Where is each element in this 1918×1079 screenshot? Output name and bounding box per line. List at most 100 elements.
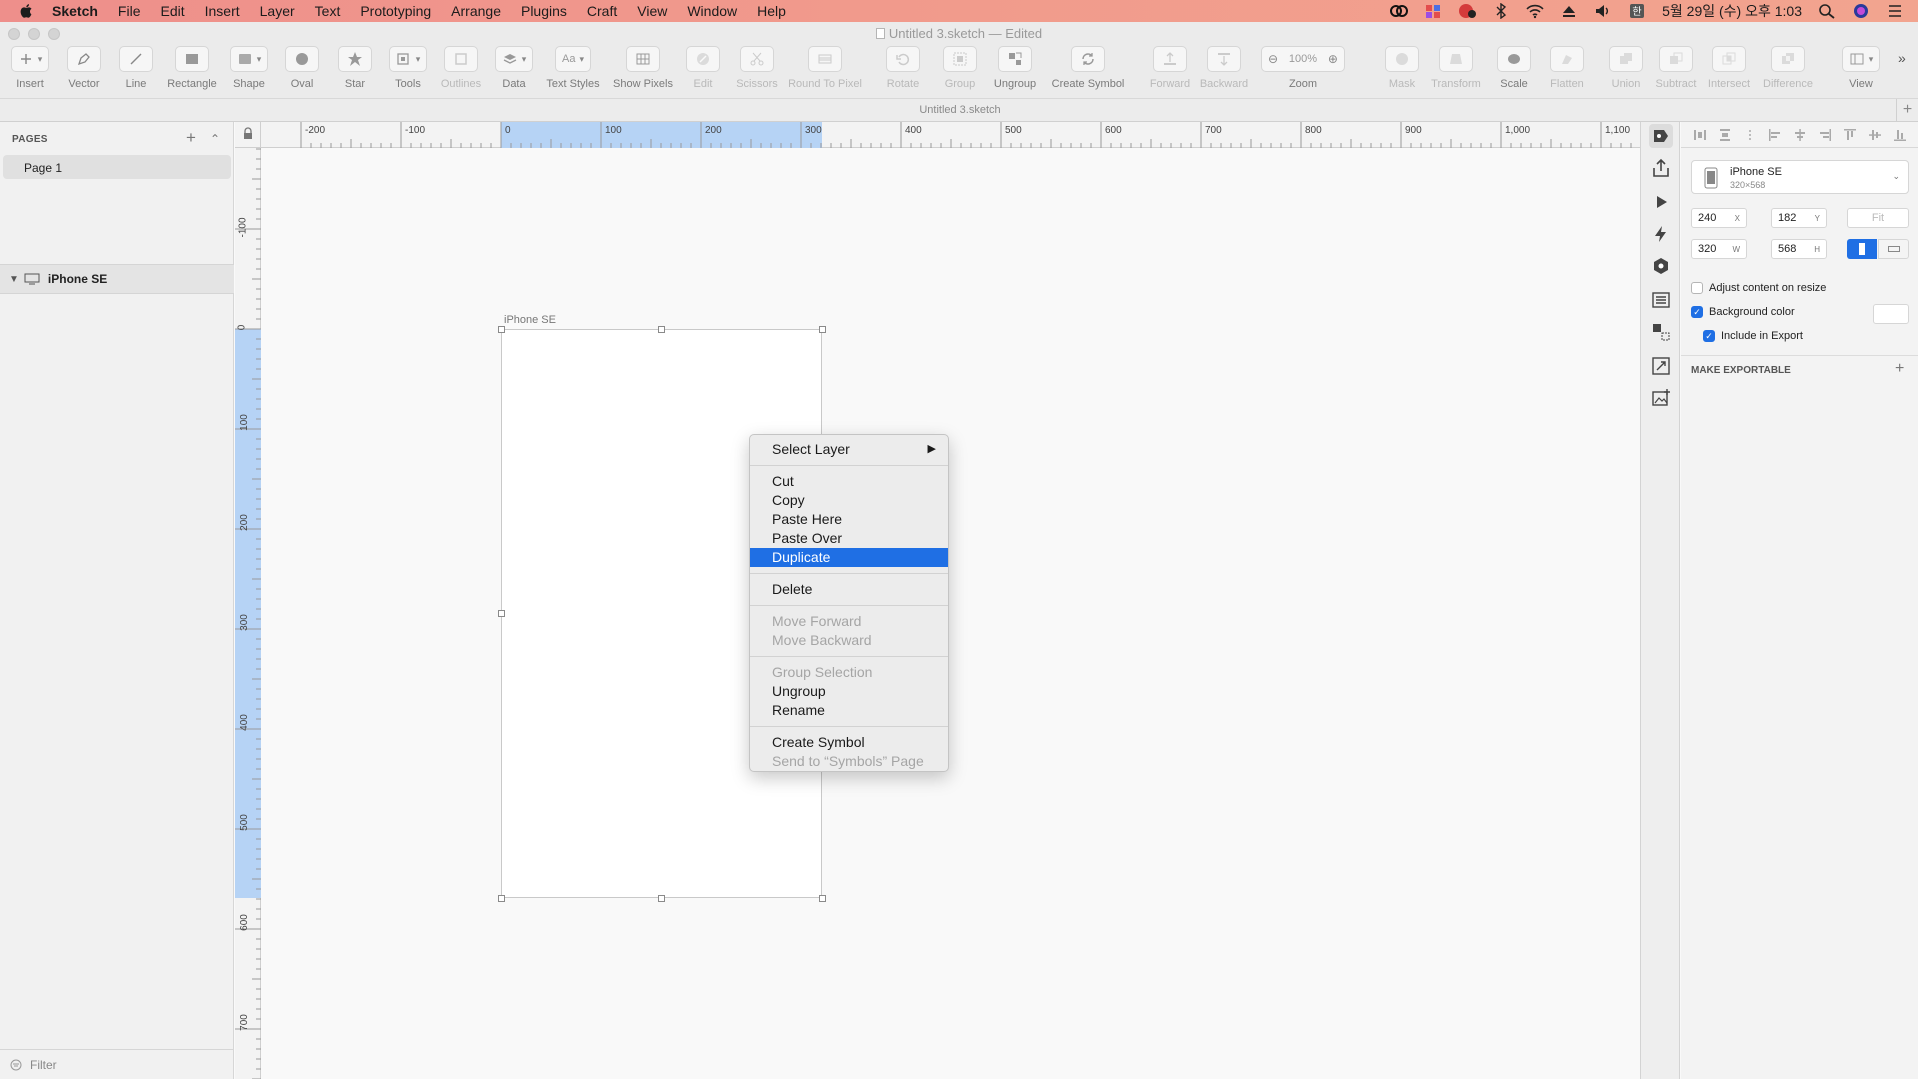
menu-help[interactable]: Help — [747, 3, 796, 19]
add-export-icon[interactable]: + — [1895, 360, 1904, 378]
include-in-export-checkbox[interactable]: ✓ Include in Export — [1703, 330, 1803, 342]
resize-panel-button[interactable] — [1649, 354, 1673, 378]
resize-handle-top-right[interactable] — [819, 326, 826, 333]
page-item[interactable]: Page 1 — [3, 155, 231, 179]
round-to-pixel-button[interactable]: Round To Pixel — [788, 46, 862, 90]
rotate-button[interactable]: Rotate — [873, 46, 933, 90]
menu-item-paste-over[interactable]: Paste Over — [750, 529, 948, 548]
more-options-icon[interactable] — [1743, 128, 1757, 142]
preview-button[interactable] — [1649, 190, 1673, 214]
background-color-checkbox[interactable]: ✓ Background color — [1691, 306, 1795, 318]
spotlight-search-icon[interactable] — [1818, 3, 1836, 19]
resize-handle-top-left[interactable] — [498, 326, 505, 333]
menu-app[interactable]: Sketch — [42, 3, 108, 19]
scale-button[interactable]: Scale — [1484, 46, 1544, 90]
add-page-icon[interactable]: + — [186, 128, 196, 148]
y-position-field[interactable]: 182 Y — [1771, 208, 1827, 228]
backward-button[interactable]: Backward — [1194, 46, 1254, 90]
align-left-icon[interactable] — [1768, 128, 1782, 142]
library-panel-button[interactable] — [1649, 288, 1673, 312]
disclosure-triangle-icon[interactable]: ▼ — [9, 274, 19, 285]
rectangle-button[interactable]: Rectangle — [162, 46, 222, 90]
data-button[interactable]: ▾ Data — [484, 46, 544, 90]
landscape-orientation-button[interactable] — [1878, 239, 1909, 259]
outlines-button[interactable]: Outlines — [431, 46, 491, 90]
plugin-panel-button[interactable] — [1649, 254, 1673, 278]
menu-edit[interactable]: Edit — [150, 3, 194, 19]
menu-item-ungroup[interactable]: Ungroup — [750, 682, 948, 701]
resize-handle-top[interactable] — [658, 326, 665, 333]
resize-handle-bottom[interactable] — [658, 895, 665, 902]
toolbar-overflow-icon[interactable]: » — [1898, 50, 1906, 66]
menu-item-create-symbol[interactable]: Create Symbol — [750, 733, 948, 752]
horizontal-ruler[interactable]: -200 -100 0 100 200 300 400 500 600 700 … — [235, 122, 1640, 148]
menu-prototyping[interactable]: Prototyping — [350, 3, 441, 19]
oval-button[interactable]: Oval — [272, 46, 332, 90]
edit-button[interactable]: Edit — [673, 46, 733, 90]
notification-center-icon[interactable] — [1886, 3, 1904, 19]
menu-item-duplicate[interactable]: Duplicate — [750, 548, 948, 567]
height-field[interactable]: 568 H — [1771, 239, 1827, 259]
collapse-pages-icon[interactable]: ⌃ — [210, 132, 220, 146]
siri-icon[interactable] — [1852, 3, 1870, 19]
intersect-button[interactable]: Intersect — [1699, 46, 1759, 90]
align-top-icon[interactable] — [1843, 128, 1857, 142]
resize-handle-bottom-right[interactable] — [819, 895, 826, 902]
image-panel-button[interactable] — [1649, 386, 1673, 410]
align-middle-vertical-icon[interactable] — [1868, 128, 1882, 142]
apple-icon[interactable] — [0, 3, 42, 19]
distribute-horizontal-icon[interactable] — [1693, 128, 1707, 142]
line-button[interactable]: Line — [106, 46, 166, 90]
document-tab[interactable]: Untitled 3.sketch — [0, 104, 1918, 116]
layer-row-artboard[interactable]: ▼ iPhone SE — [0, 264, 234, 294]
menu-view[interactable]: View — [627, 3, 677, 19]
symbols-panel-button[interactable] — [1649, 320, 1673, 344]
shape-button[interactable]: ▾ Shape — [219, 46, 279, 90]
input-source-icon[interactable]: 한 — [1628, 3, 1646, 19]
menu-file[interactable]: File — [108, 3, 151, 19]
bluetooth-icon[interactable] — [1492, 3, 1510, 19]
star-button[interactable]: Star — [325, 46, 385, 90]
forward-button[interactable]: Forward — [1140, 46, 1200, 90]
menu-window[interactable]: Window — [677, 3, 747, 19]
subtract-button[interactable]: Subtract — [1646, 46, 1706, 90]
menu-item-delete[interactable]: Delete — [750, 580, 948, 599]
menu-item-select-layer[interactable]: Select Layer ▶ — [750, 440, 948, 459]
notification-badge-icon[interactable] — [1458, 3, 1477, 19]
filter-bar[interactable]: Filter — [0, 1049, 234, 1079]
vector-button[interactable]: Vector — [54, 46, 114, 90]
width-field[interactable]: 320 W — [1691, 239, 1747, 259]
eject-icon[interactable] — [1560, 3, 1578, 19]
menu-text[interactable]: Text — [305, 3, 351, 19]
mask-button[interactable]: Mask — [1372, 46, 1432, 90]
inspector-tab-button[interactable] — [1649, 124, 1673, 148]
difference-button[interactable]: Difference — [1758, 46, 1818, 90]
distribute-vertical-icon[interactable] — [1718, 128, 1732, 142]
app-extension-icon[interactable] — [1424, 3, 1442, 19]
menu-layer[interactable]: Layer — [250, 3, 305, 19]
export-button[interactable] — [1649, 156, 1673, 180]
menu-item-paste-here[interactable]: Paste Here — [750, 510, 948, 529]
volume-icon[interactable] — [1594, 3, 1612, 19]
creative-cloud-icon[interactable] — [1390, 3, 1409, 19]
background-color-swatch[interactable] — [1873, 304, 1909, 324]
group-button[interactable]: Group — [930, 46, 990, 90]
new-tab-button[interactable]: + — [1896, 99, 1918, 122]
artboard-title[interactable]: iPhone SE — [504, 314, 556, 326]
resize-handle-left[interactable] — [498, 610, 505, 617]
menu-item-cut[interactable]: Cut — [750, 472, 948, 491]
show-pixels-button[interactable]: Show Pixels — [613, 46, 673, 90]
prototype-button[interactable] — [1649, 222, 1673, 246]
menu-plugins[interactable]: Plugins — [511, 3, 577, 19]
menu-insert[interactable]: Insert — [195, 3, 250, 19]
ungroup-button[interactable]: Ungroup — [985, 46, 1045, 90]
resize-handle-bottom-left[interactable] — [498, 895, 505, 902]
scissors-button[interactable]: Scissors — [727, 46, 787, 90]
fit-button[interactable]: Fit — [1847, 208, 1909, 228]
wifi-icon[interactable] — [1526, 3, 1544, 19]
zoom-in-icon[interactable]: ⊕ — [1328, 52, 1338, 66]
create-symbol-button[interactable]: Create Symbol — [1052, 46, 1124, 90]
artboard-preset-select[interactable]: iPhone SE 320×568 ⌄ — [1691, 160, 1909, 194]
ruler-lock-corner[interactable] — [235, 122, 261, 148]
menu-item-rename[interactable]: Rename — [750, 701, 948, 720]
